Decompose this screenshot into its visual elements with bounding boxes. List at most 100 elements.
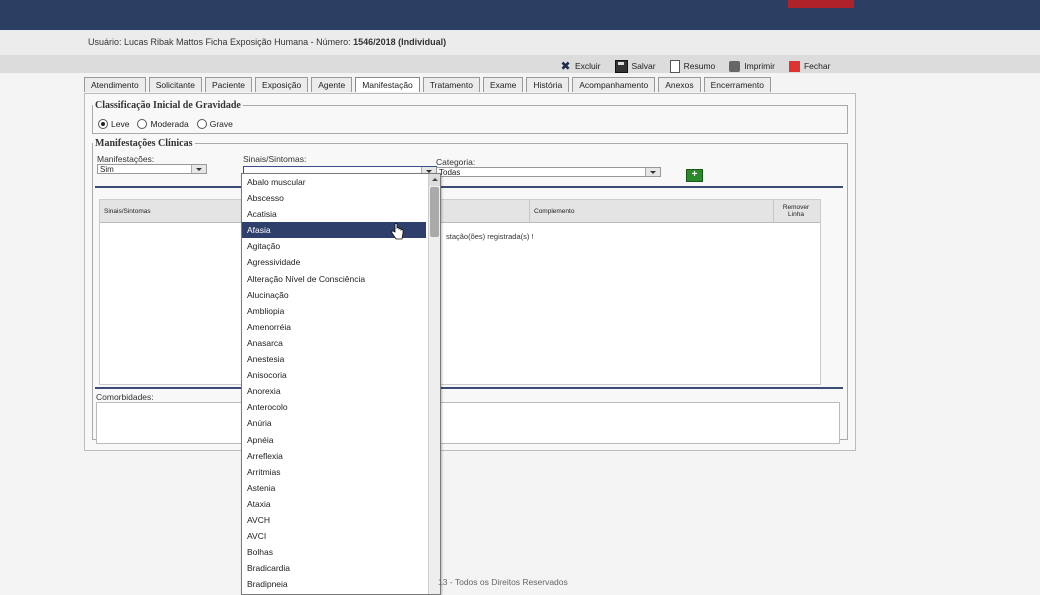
resumo-label: Resumo (683, 61, 716, 71)
user-info-bar: Usuário: Lucas Ribak Mattos Ficha Exposi… (0, 30, 1040, 56)
fechar-label: Fechar (803, 61, 831, 71)
salvar-label: Salvar (631, 61, 656, 71)
categoria-label: Categoria: (436, 157, 476, 167)
dropdown-option[interactable]: Astenia (242, 480, 426, 496)
radio-moderada-label: Moderada (150, 119, 189, 129)
tab-solicitante[interactable]: Solicitante (148, 77, 202, 92)
user-line: Usuário: Lucas Ribak Mattos Ficha Exposi… (88, 37, 351, 47)
sinais-dropdown-list[interactable]: Abalo muscular Abscesso Acatisia Afasia Agit… (241, 173, 441, 595)
dropdown-option[interactable]: Alteração Nível de Consciência (242, 271, 426, 287)
dropdown-option[interactable]: Apnéia (242, 432, 426, 448)
user-info-text: Usuário: Lucas Ribak Mattos Ficha Exposi… (88, 37, 446, 47)
imprimir-label: Imprimir (744, 61, 775, 71)
chevron-down-icon[interactable] (645, 168, 660, 176)
dropdown-option[interactable]: Abscesso (242, 190, 426, 206)
dropdown-option[interactable]: Anasarca (242, 335, 426, 351)
radio-leve[interactable]: Leve (98, 119, 129, 129)
imprimir-button[interactable]: Imprimir (729, 58, 775, 74)
categoria-select-value: Todas (439, 168, 461, 177)
manifestacoes-section: Manifestações Clínicas Manifestações: Si… (92, 138, 848, 444)
tab-manifestacao[interactable]: Manifestação (355, 77, 420, 92)
gravidade-section: Classificação Inicial de Gravidade Leve … (92, 100, 848, 134)
section-divider-2 (95, 387, 843, 389)
delete-x-icon: ✖ (560, 58, 571, 73)
scroll-up-icon[interactable] (429, 174, 440, 186)
dropdown-option[interactable]: Agressividade (242, 254, 426, 270)
dropdown-option[interactable]: Anisocoria (242, 367, 426, 383)
tab-agente[interactable]: Agente (311, 77, 353, 92)
tab-exposicao[interactable]: Exposição (255, 77, 309, 92)
fechar-button[interactable]: Fechar (788, 58, 831, 74)
radio-grave-dot[interactable] (196, 119, 207, 129)
hand-cursor-icon (391, 223, 404, 240)
excluir-label: Excluir (575, 61, 601, 71)
radio-grave-label: Grave (209, 119, 233, 129)
sinais-table: Sinais/Sintomas Complemento Remover Linh… (99, 199, 821, 385)
empty-table-message: stação(ões) registrada(s) ! (446, 232, 534, 241)
dropdown-option[interactable]: AVCI (242, 528, 426, 544)
gravidade-legend: Classificação Inicial de Gravidade (95, 100, 241, 111)
radio-leve-label: Leve (111, 119, 130, 129)
radio-leve-dot[interactable] (98, 119, 108, 129)
dropdown-scrollbar[interactable] (428, 174, 440, 594)
save-icon (614, 59, 628, 73)
radio-grave[interactable]: Grave (196, 119, 233, 129)
app-header-bar (0, 0, 1040, 30)
manifestacao-panel: Classificação Inicial de Gravidade Leve … (84, 93, 856, 451)
toolbar-band (0, 55, 1040, 73)
sinais-table-header: Sinais/Sintomas Complemento Remover Linh… (100, 200, 820, 223)
tab-atendimento[interactable]: Atendimento (84, 77, 146, 92)
categoria-select[interactable]: Todas (436, 167, 661, 177)
chevron-down-icon[interactable] (191, 165, 206, 173)
footer-copyright: 13 - Todos os Direitos Reservados (438, 577, 568, 587)
manifestacoes-select[interactable]: Sim (97, 164, 207, 174)
dropdown-option[interactable]: Ambliopia (242, 303, 426, 319)
header-red-button[interactable] (788, 0, 854, 8)
add-sinal-button[interactable]: + (686, 169, 703, 182)
dropdown-option[interactable]: Acatisia (242, 206, 426, 222)
tab-bar: Atendimento Solicitante Paciente Exposiç… (84, 77, 771, 92)
dropdown-option[interactable]: Anorexia (242, 383, 426, 399)
radio-moderada[interactable]: Moderada (137, 119, 189, 129)
manifestacoes-label: Manifestações: (97, 154, 155, 164)
tab-paciente[interactable]: Paciente (204, 77, 253, 92)
scroll-thumb[interactable] (430, 187, 439, 237)
tab-anexos[interactable]: Anexos (658, 77, 701, 92)
dropdown-option[interactable]: Arreflexia (242, 448, 426, 464)
dropdown-option[interactable]: Ataxia (242, 496, 426, 512)
document-icon (669, 59, 680, 73)
section-divider (95, 186, 843, 188)
tab-historia[interactable]: História (526, 77, 570, 92)
resumo-button[interactable]: Resumo (669, 58, 716, 74)
tab-tratamento[interactable]: Tratamento (422, 77, 480, 92)
dropdown-option[interactable]: Arritmias (242, 464, 426, 480)
gravidade-radio-group: Leve Moderada Grave (98, 119, 233, 129)
tab-acompanhamento[interactable]: Acompanhamento (572, 77, 656, 92)
dropdown-option[interactable]: Alucinação (242, 287, 426, 303)
tab-exame[interactable]: Exame (482, 77, 524, 92)
dropdown-option[interactable]: Bradipneia (242, 576, 426, 592)
col-complemento: Complemento (530, 200, 774, 222)
dropdown-option[interactable]: Abalo muscular (242, 174, 426, 190)
excluir-button[interactable]: ✖ Excluir (560, 58, 601, 74)
toolbar: ✖ Excluir Salvar Resumo Imprimir Fechar (560, 58, 830, 74)
comorbidades-field[interactable] (96, 402, 840, 444)
salvar-button[interactable]: Salvar (614, 58, 656, 74)
tab-encerramento[interactable]: Encerramento (703, 77, 771, 92)
dropdown-option[interactable]: Amenorréia (242, 319, 426, 335)
col-remover-linha: Remover Linha (782, 204, 810, 218)
close-icon (788, 60, 800, 72)
manifestacoes-select-value: Sim (100, 165, 114, 174)
dropdown-option[interactable]: Bolhas (242, 544, 426, 560)
radio-moderada-dot[interactable] (137, 119, 148, 129)
printer-icon (729, 60, 741, 72)
comorbidades-label: Comorbidades: (96, 392, 154, 402)
dropdown-option[interactable]: AVCH (242, 512, 426, 528)
record-number: 1546/2018 (Individual) (353, 37, 447, 47)
manifestacoes-legend: Manifestações Clínicas (95, 138, 193, 149)
dropdown-option[interactable]: Anestesia (242, 351, 426, 367)
sinais-label: Sinais/Sintomas: (243, 154, 307, 164)
dropdown-option[interactable]: Anúria (242, 415, 426, 431)
dropdown-option[interactable]: Anterocolo (242, 399, 426, 415)
dropdown-option[interactable]: Bradicardia (242, 560, 426, 576)
